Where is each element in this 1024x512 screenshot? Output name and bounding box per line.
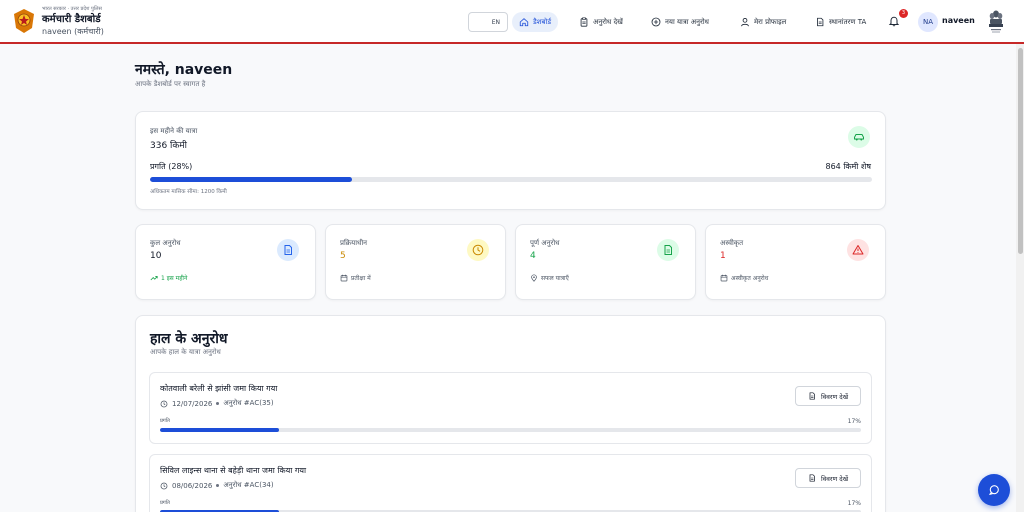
request-title: कोतवाली बरेली से झांसी जमा किया गया (160, 384, 278, 393)
stat-card-total-requests[interactable]: कुल अनुरोध 10 1 इस महीने (135, 224, 316, 300)
clock-icon (467, 239, 489, 261)
nav-my-profile[interactable]: मेरा प्रोफाइल (733, 12, 793, 32)
request-date: 12/07/2026 (172, 399, 213, 408)
plus-circle-icon (651, 17, 661, 27)
stat-label: अस्वीकृत (720, 239, 744, 247)
stat-card-in-process[interactable]: प्रक्रियाधीन 5 प्रतीक्षा में (325, 224, 506, 300)
greeting-subtitle: आपके डैशबोर्ड पर स्वागत है (135, 80, 206, 88)
monthly-travel-label: इस महीने की यात्रा (150, 127, 198, 135)
monthly-limit-note: अधिकतम मासिक सीमा: 1200 किमी (150, 189, 227, 195)
request-progress-bar (160, 428, 861, 432)
home-icon (519, 18, 529, 27)
stat-footer-text: 1 इस महीने (161, 275, 188, 282)
bell-icon[interactable] (888, 15, 900, 27)
request-date: 08/06/2026 (172, 481, 213, 490)
request-progress-fill (160, 428, 280, 432)
user-menu-name[interactable]: naveen (942, 16, 975, 25)
stat-footer: 1 इस महीने (150, 274, 187, 282)
stat-card-completed[interactable]: पूर्ण अनुरोध 4 सफल यात्राएँ (515, 224, 696, 300)
recent-requests-subtitle: आपके हाल के यात्रा अनुरोध (150, 348, 221, 356)
up-police-logo-icon[interactable] (12, 8, 36, 34)
request-meta: 08/06/2026 अनुरोध #AC(34) (160, 481, 274, 490)
clock-icon (160, 400, 168, 407)
monthly-progress-label: प्रगति (28%) (150, 162, 193, 171)
stat-card-rejected[interactable]: अस्वीकृत 1 अस्वीकृत अनुरोध (705, 224, 886, 300)
nav-new-travel-request[interactable]: नया यात्रा अनुरोध (644, 12, 716, 32)
request-ref: अनुरोध #AC(34) (223, 481, 274, 489)
view-details-label: विवरण देखें (820, 474, 849, 483)
top-header: भारत सरकार · उत्तर प्रदेश पुलिस कर्मचारी… (0, 0, 1024, 44)
monthly-travel-value: 336 किमी (150, 141, 187, 151)
request-ref: अनुरोध #AC(35) (223, 399, 274, 407)
progress-label: प्रगति (160, 418, 170, 424)
stat-footer-text: सफल यात्राएँ (541, 275, 569, 282)
stat-label: पूर्ण अनुरोध (530, 239, 560, 247)
nav-transfer-ta-label: स्थानांतरण TA (829, 17, 867, 26)
warning-icon (847, 239, 869, 261)
dashboard-title: कर्मचारी डैशबोर्ड (42, 14, 101, 25)
nav-transfer-ta[interactable]: स्थानांतरण TA (808, 12, 873, 32)
stat-value: 1 (720, 251, 726, 261)
document-icon (809, 474, 815, 482)
stat-footer: सफल यात्राएँ (530, 274, 569, 282)
separator-dot (216, 484, 220, 487)
language-label: EN (491, 19, 500, 26)
stat-value: 10 (150, 251, 162, 261)
calendar-icon (340, 274, 348, 282)
separator-dot (216, 402, 220, 405)
view-details-label: विवरण देखें (820, 392, 849, 401)
monthly-remaining: 864 किमी शेष (825, 162, 872, 171)
nav-my-profile-label: मेरा प्रोफाइल (754, 17, 787, 26)
greeting-title: नमस्ते, naveen (135, 62, 233, 78)
request-meta: 12/07/2026 अनुरोध #AC(35) (160, 399, 274, 408)
location-pin-icon (531, 274, 537, 282)
list-item: सिविल लाइन्स थाना से बहेड़ी थाना जमा किय… (149, 454, 872, 512)
document-icon (277, 239, 299, 261)
progress-percent: 17% (847, 500, 861, 507)
document-check-icon (657, 239, 679, 261)
clock-icon (160, 482, 168, 489)
page-scrollbar-thumb[interactable] (1018, 48, 1023, 254)
user-role-subtitle: naveen (कर्मचारी) (42, 27, 104, 36)
clipboard-icon (580, 17, 588, 27)
stat-label: कुल अनुरोध (150, 239, 181, 247)
view-details-button[interactable]: विवरण देखें (795, 468, 861, 488)
stat-footer: अस्वीकृत अनुरोध (720, 274, 768, 282)
language-toggle[interactable]: EN (468, 12, 508, 32)
list-item: कोतवाली बरेली से झांसी जमा किया गया 12/0… (149, 372, 872, 444)
stat-value: 4 (530, 251, 536, 261)
chat-button[interactable] (978, 474, 1010, 506)
document-icon (817, 17, 824, 27)
stat-footer-text: प्रतीक्षा में (351, 275, 371, 282)
brand-superscript: भारत सरकार · उत्तर प्रदेश पुलिस (42, 6, 102, 12)
monthly-progress-bar (150, 177, 872, 182)
stat-footer: प्रतीक्षा में (340, 274, 371, 282)
trend-up-icon (150, 276, 158, 281)
nav-new-travel-request-label: नया यात्रा अनुरोध (665, 17, 709, 26)
brand-block: भारत सरकार · उत्तर प्रदेश पुलिस कर्मचारी… (42, 5, 104, 38)
notification-badge: 3 (899, 9, 908, 18)
nav-dashboard[interactable]: डैशबोर्ड (512, 12, 559, 32)
document-icon (809, 392, 815, 400)
nav-dashboard-label: डैशबोर्ड (533, 17, 552, 26)
recent-requests-title: हाल के अनुरोध (150, 331, 228, 347)
nav-view-requests-label: अनुरोध देखें (593, 17, 623, 26)
nav-view-requests[interactable]: अनुरोध देखें (572, 12, 630, 32)
user-icon (741, 18, 749, 27)
view-details-button[interactable]: विवरण देखें (795, 386, 861, 406)
request-title: सिविल लाइन्स थाना से बहेड़ी थाना जमा किय… (160, 466, 307, 475)
monthly-travel-card: इस महीने की यात्रा 336 किमी प्रगति (28%)… (135, 111, 886, 210)
progress-percent: 17% (847, 418, 861, 425)
chat-icon (989, 485, 999, 495)
monthly-progress-fill (150, 177, 353, 182)
car-icon (848, 126, 870, 148)
avatar[interactable]: NA (918, 12, 938, 32)
stat-label: प्रक्रियाधीन (340, 239, 368, 247)
recent-requests-card: हाल के अनुरोध आपके हाल के यात्रा अनुरोध … (135, 315, 886, 512)
progress-label: प्रगति (160, 500, 170, 506)
calendar-icon (720, 274, 728, 282)
stat-value: 5 (340, 251, 346, 261)
stat-footer-text: अस्वीकृत अनुरोध (731, 275, 769, 282)
national-emblem-icon (986, 8, 1006, 36)
